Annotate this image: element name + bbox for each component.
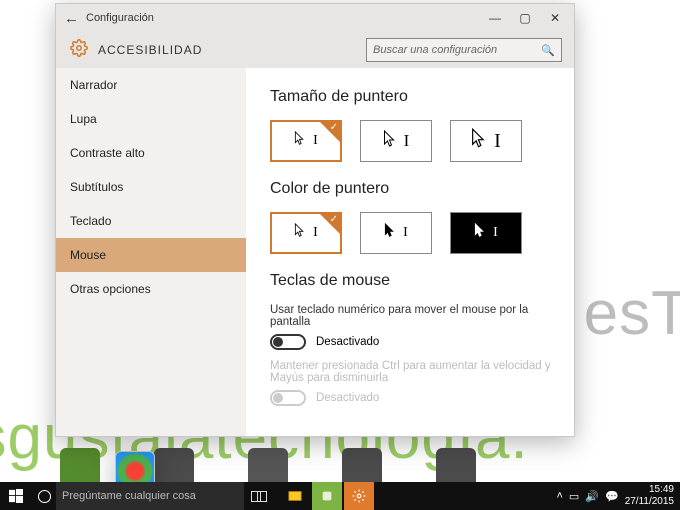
sidebar-item-high-contrast[interactable]: Contraste alto	[56, 136, 246, 170]
pointer-color-black[interactable]: I	[360, 212, 432, 254]
pointer-color-white[interactable]: ✓ I	[270, 212, 342, 254]
back-button[interactable]: ←	[64, 10, 86, 27]
ctrl-speed-description: Mantener presionada Ctrl para aumentar l…	[270, 360, 554, 384]
tray-network-icon[interactable]: ▭	[569, 490, 579, 503]
taskbar-search-input[interactable]: Pregúntame cualquier cosa	[56, 482, 244, 510]
taskbar-app-green[interactable]	[312, 482, 342, 510]
subheader: ACCESIBILIDAD Buscar una configuración 🔍	[56, 32, 574, 68]
maximize-button[interactable]: ▢	[510, 4, 540, 32]
sidebar-item-other-options[interactable]: Otras opciones	[56, 272, 246, 306]
check-icon: ✓	[330, 122, 338, 133]
mouse-keys-toggle[interactable]	[270, 334, 306, 350]
settings-window: ← Configuración — ▢ ✕ ACCESIBILIDAD Busc…	[55, 3, 575, 437]
settings-search-input[interactable]: Buscar una configuración 🔍	[366, 38, 562, 62]
minimize-button[interactable]: —	[480, 4, 510, 32]
start-button[interactable]	[0, 482, 32, 510]
sidebar-item-captions[interactable]: Subtítulos	[56, 170, 246, 204]
pointer-color-heading: Color de puntero	[270, 180, 554, 198]
gear-icon	[70, 39, 88, 62]
search-placeholder: Buscar una configuración	[373, 44, 497, 56]
ctrl-speed-state: Desactivado	[316, 392, 379, 404]
taskbar-search-placeholder: Pregúntame cualquier cosa	[62, 490, 196, 502]
search-icon: 🔍	[541, 44, 555, 57]
system-tray: ˄ ▭ 🔊 💬 15:49 27/11/2015	[556, 484, 680, 508]
task-view-button[interactable]	[244, 491, 274, 502]
sidebar-item-mouse[interactable]: Mouse	[56, 238, 246, 272]
check-icon: ✓	[330, 214, 338, 225]
pointer-size-heading: Tamaño de puntero	[270, 88, 554, 106]
pointer-color-options: ✓ I I I	[270, 212, 554, 254]
pointer-size-medium[interactable]: I	[360, 120, 432, 162]
tray-volume-icon[interactable]: 🔊	[585, 490, 599, 503]
titlebar: ← Configuración — ▢ ✕	[56, 4, 574, 32]
close-button[interactable]: ✕	[540, 4, 570, 32]
window-title: Configuración	[86, 12, 154, 24]
cortana-icon[interactable]	[32, 490, 56, 503]
sidebar-item-narrator[interactable]: Narrador	[56, 68, 246, 102]
mouse-keys-description: Usar teclado numérico para mover el mous…	[270, 304, 554, 328]
mouse-keys-state: Desactivado	[316, 336, 379, 348]
content-panel: Tamaño de puntero ✓ I I I Color de punte…	[246, 68, 574, 436]
pointer-size-large[interactable]: I	[450, 120, 522, 162]
pointer-color-inverted[interactable]: I	[450, 212, 522, 254]
tray-notifications-icon[interactable]: 💬	[605, 490, 619, 503]
pointer-size-small[interactable]: ✓ I	[270, 120, 342, 162]
tray-chevron-up-icon[interactable]: ˄	[556, 490, 562, 502]
pointer-size-options: ✓ I I I	[270, 120, 554, 162]
category-label: ACCESIBILIDAD	[98, 43, 202, 57]
ctrl-speed-toggle	[270, 390, 306, 406]
taskbar-app-settings[interactable]	[344, 482, 374, 510]
ibeam-icon: I	[313, 133, 318, 149]
taskbar-app-explorer[interactable]	[280, 482, 310, 510]
taskbar: Pregúntame cualquier cosa ˄ ▭ 🔊 💬 15:49 …	[0, 482, 680, 510]
mouse-keys-heading: Teclas de mouse	[270, 272, 554, 290]
cursor-icon	[294, 131, 305, 151]
sidebar-item-magnifier[interactable]: Lupa	[56, 102, 246, 136]
sidebar: Narrador Lupa Contraste alto Subtítulos …	[56, 68, 246, 436]
taskbar-clock[interactable]: 15:49 27/11/2015	[625, 484, 678, 508]
sidebar-item-keyboard[interactable]: Teclado	[56, 204, 246, 238]
